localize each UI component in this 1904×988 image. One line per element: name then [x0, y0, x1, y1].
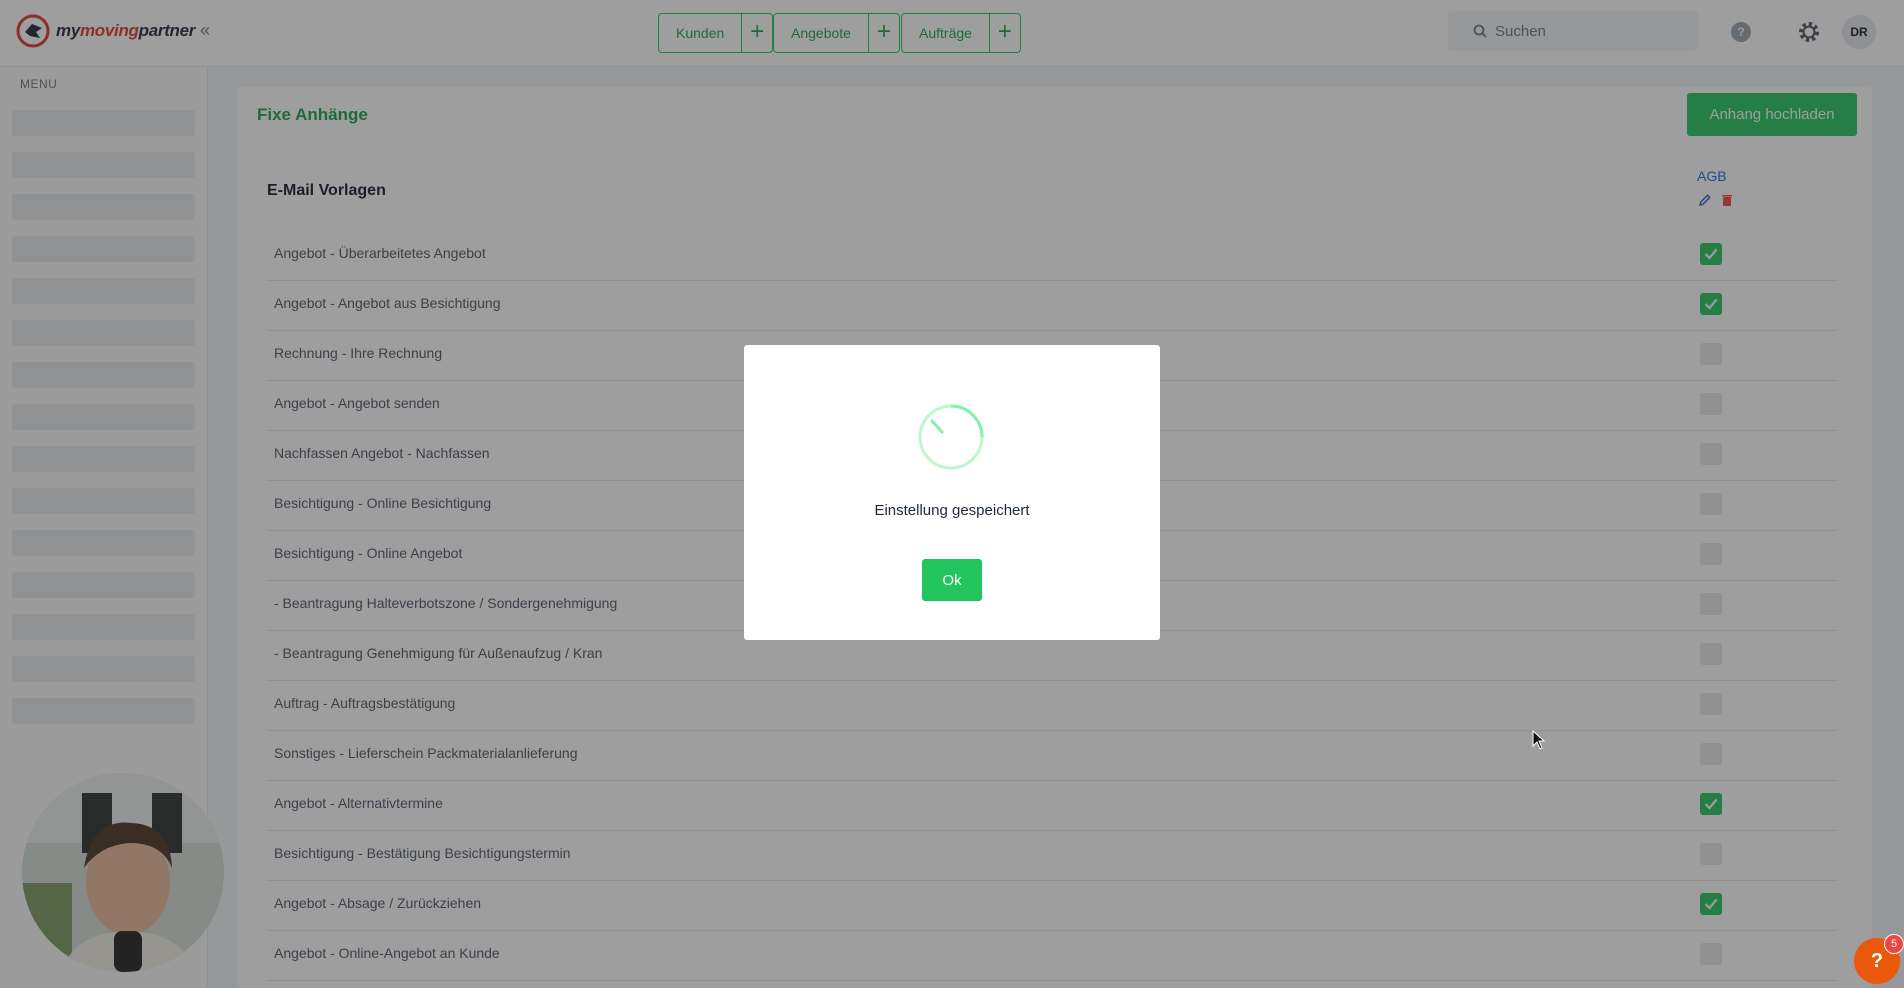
ok-button[interactable]: Ok [922, 559, 982, 601]
support-notification-badge: 5 [1884, 934, 1904, 954]
saved-dialog: Einstellung gespeichert Ok [744, 345, 1160, 640]
dialog-message: Einstellung gespeichert [874, 502, 1030, 519]
success-spinner-icon [918, 404, 984, 470]
mouse-cursor-icon [1532, 730, 1546, 750]
